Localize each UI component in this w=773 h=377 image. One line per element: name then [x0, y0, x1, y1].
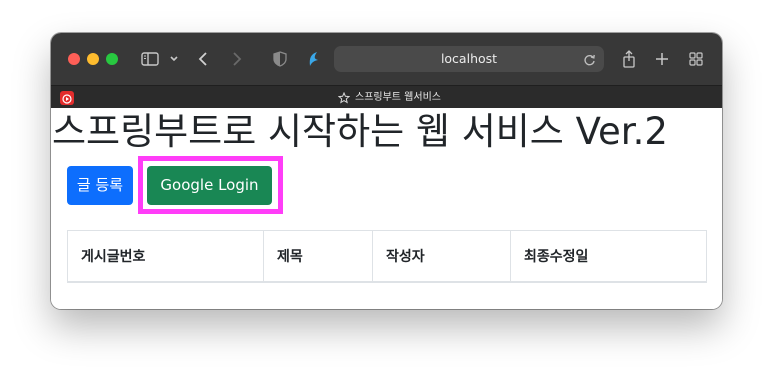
posts-table: 게시글번호 제목 작성자 최종수정일 [67, 230, 707, 283]
minimize-window-button[interactable] [87, 53, 99, 65]
browser-window: localhost 스프링부트 웹서비스 스프링부트로 시작하는 웹 서비스 V… [51, 33, 722, 309]
chevron-down-icon[interactable] [168, 47, 180, 71]
column-header-author: 작성자 [372, 230, 511, 283]
zoom-window-button[interactable] [106, 53, 118, 65]
table-header-row: 게시글번호 제목 작성자 최종수정일 [67, 230, 707, 283]
shield-icon[interactable] [272, 47, 288, 71]
extension-icon[interactable] [305, 47, 321, 71]
star-icon[interactable] [338, 91, 350, 104]
youtube-favicon[interactable] [60, 91, 74, 105]
google-login-button[interactable]: Google Login [147, 166, 272, 205]
new-tab-icon[interactable] [654, 47, 670, 71]
active-tab[interactable]: 스프링부트 웹서비스 [338, 86, 441, 109]
column-header-last-modified: 최종수정일 [510, 230, 707, 283]
page-content: 스프링부트로 시작하는 웹 서비스 Ver.2 글 등록 Google Logi… [51, 108, 722, 309]
share-icon[interactable] [621, 47, 637, 71]
tab-title-text: 스프링부트 웹서비스 [355, 92, 441, 103]
sidebar-icon[interactable] [140, 47, 160, 71]
page-title: 스프링부트로 시작하는 웹 서비스 Ver.2 [52, 110, 668, 153]
url-text[interactable]: localhost [334, 46, 604, 72]
reload-icon[interactable] [583, 52, 596, 71]
close-window-button[interactable] [68, 53, 80, 65]
browser-toolbar: localhost [51, 33, 722, 85]
address-bar[interactable]: localhost [334, 46, 604, 72]
write-post-button[interactable]: 글 등록 [67, 166, 133, 205]
column-header-post-number: 게시글번호 [67, 230, 264, 283]
forward-icon[interactable] [230, 47, 244, 71]
column-header-title: 제목 [263, 230, 373, 283]
back-icon[interactable] [196, 47, 210, 71]
tab-bar: 스프링부트 웹서비스 [51, 85, 722, 108]
tab-overview-icon[interactable] [688, 47, 704, 71]
